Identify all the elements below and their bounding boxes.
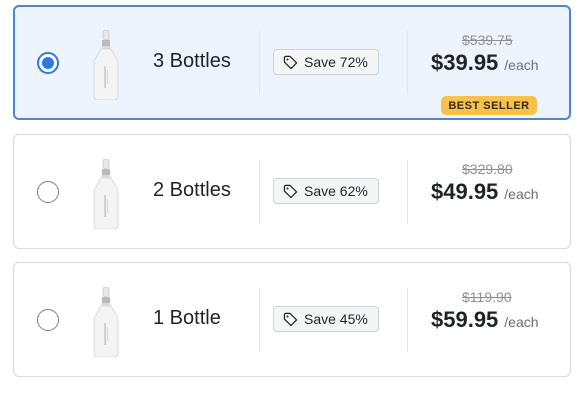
- original-price: $329.80: [462, 161, 513, 177]
- serum-bottle-icon: [93, 287, 119, 357]
- original-price: $539.75: [462, 32, 513, 48]
- price-value: $39.95: [431, 50, 499, 75]
- per-unit-label: /each: [504, 186, 539, 202]
- per-unit-label: /each: [504, 57, 539, 73]
- current-price: $39.95 /each: [431, 50, 539, 76]
- divider: [259, 288, 260, 352]
- divider: [407, 288, 408, 352]
- save-badge: Save 72%: [273, 49, 379, 75]
- price-value: $49.95: [431, 179, 499, 204]
- divider: [259, 160, 260, 224]
- tag-icon: [283, 184, 298, 198]
- divider: [407, 160, 408, 224]
- save-label: Save 72%: [304, 54, 368, 70]
- offer-option-2-bottles[interactable]: 2 Bottles Save 62% $329.80 $49.95 /each: [13, 134, 571, 249]
- offer-option-3-bottles[interactable]: 3 Bottles Save 72% $539.75 $39.95 /each …: [13, 5, 571, 120]
- per-unit-label: /each: [504, 314, 539, 330]
- current-price: $59.95 /each: [431, 307, 539, 333]
- save-badge: Save 45%: [273, 306, 379, 332]
- radio-button[interactable]: [37, 309, 59, 331]
- save-badge: Save 62%: [273, 178, 379, 204]
- save-label: Save 62%: [304, 183, 368, 199]
- radio-button-selected[interactable]: [37, 52, 59, 74]
- radio-button[interactable]: [37, 181, 59, 203]
- original-price: $119.90: [462, 289, 512, 305]
- tag-icon: [283, 312, 298, 326]
- current-price: $49.95 /each: [431, 179, 539, 205]
- divider: [407, 31, 408, 95]
- price-value: $59.95: [431, 307, 499, 332]
- quantity-label: 1 Bottle: [153, 307, 221, 329]
- serum-bottle-icon: [93, 30, 119, 100]
- quantity-label: 3 Bottles: [153, 50, 231, 72]
- best-seller-badge: BEST SELLER: [441, 96, 537, 115]
- serum-bottle-icon: [93, 159, 119, 229]
- quantity-label: 2 Bottles: [153, 179, 231, 201]
- divider: [259, 31, 260, 95]
- tag-icon: [283, 55, 298, 69]
- save-label: Save 45%: [304, 311, 368, 327]
- offer-option-1-bottle[interactable]: 1 Bottle Save 45% $119.90 $59.95 /each: [13, 262, 571, 377]
